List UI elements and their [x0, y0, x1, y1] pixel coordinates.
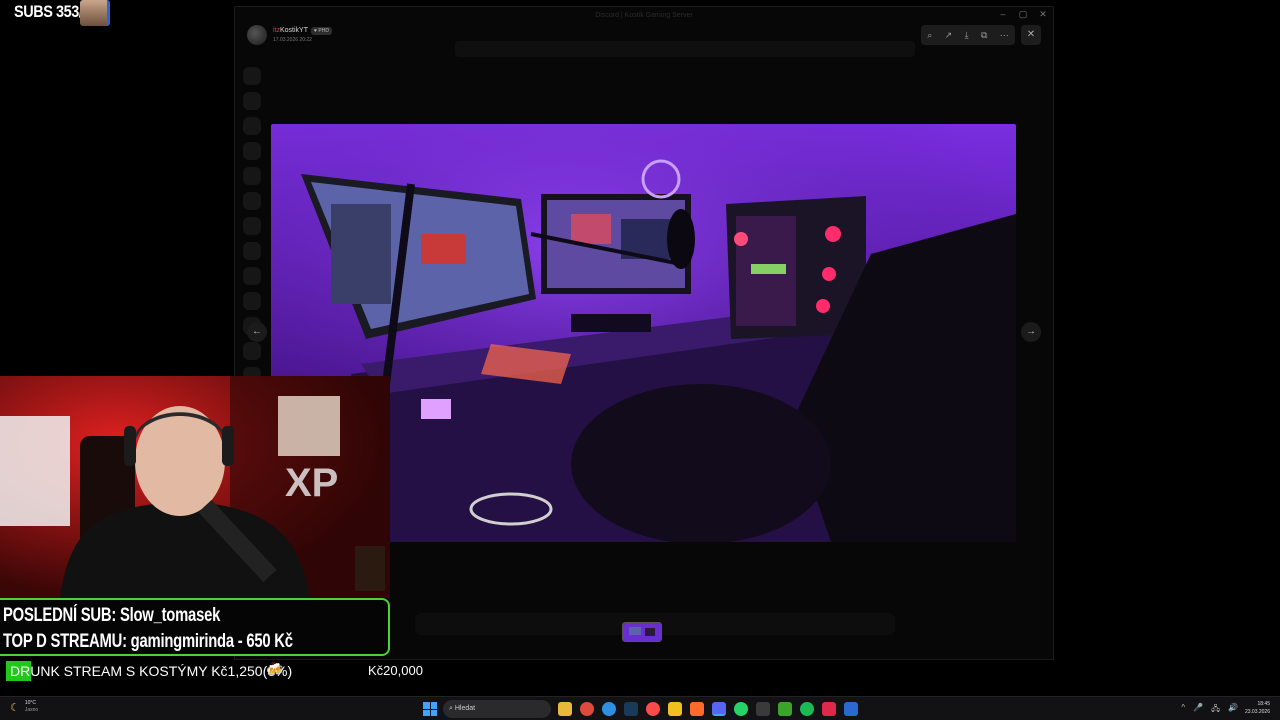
weather-widget[interactable]: ☾ 10°C Jasno — [10, 700, 38, 714]
chrome-icon[interactable] — [580, 702, 594, 716]
channel-header — [455, 41, 915, 57]
close-viewer-button[interactable]: ✕ — [1021, 25, 1041, 45]
discord-icon[interactable] — [712, 702, 726, 716]
minimize-button[interactable]: – — [995, 9, 1011, 19]
donation-goal: DRUNK STREAM S KOSTÝMY Kč1,250(6%) 🍻 Kč2… — [0, 659, 430, 683]
search-placeholder: Hledat — [454, 705, 476, 712]
volume-icon[interactable]: 🔊 — [1228, 703, 1238, 717]
app-icon-4[interactable] — [844, 702, 858, 716]
steam-icon[interactable] — [624, 702, 638, 716]
goal-text: DRUNK STREAM S KOSTÝMY Kč1,250(6%) — [10, 663, 293, 679]
spotify-icon[interactable] — [800, 702, 814, 716]
post-date: 17.03.2026 20:22 — [273, 37, 312, 43]
window-title: Discord | Kostik Gaming Server — [595, 12, 693, 19]
app-icon[interactable] — [668, 702, 682, 716]
goal-target: Kč20,000 — [368, 663, 423, 678]
next-image-button[interactable]: → — [1021, 322, 1041, 342]
system-tray: ^ 🎤 🖧 🔊 — [1181, 703, 1238, 717]
start-button[interactable] — [423, 702, 437, 716]
image-thumbnail[interactable] — [622, 622, 662, 642]
open-external-icon[interactable]: ⧉ — [981, 30, 987, 41]
thumbnail-preview — [623, 623, 661, 641]
network-icon[interactable]: 🖧 — [1211, 703, 1220, 717]
taskbar-search[interactable]: ⌕ Hledat — [443, 700, 551, 718]
download-icon[interactable]: ⤓ — [965, 30, 969, 41]
more-icon[interactable]: ⋯ — [1000, 30, 1009, 41]
image-toolbar: ⌕ ↗ ⤓ ⧉ ⋯ — [921, 25, 1015, 45]
edge-icon[interactable] — [602, 702, 616, 716]
obs-icon[interactable] — [646, 702, 660, 716]
whatsapp-icon[interactable] — [734, 702, 748, 716]
taskbar: ☾ 10°C Jasno ⌕ Hledat ^ 🎤 🖧 🔊 18:45 23.0… — [0, 696, 1280, 720]
stream-info-panel: POSLEDNÍ SUB: Slow_tomasek TOP D STREAMU… — [0, 598, 390, 656]
app-icon-2[interactable] — [690, 702, 704, 716]
app-icon-3[interactable] — [756, 702, 770, 716]
author-avatar[interactable] — [247, 25, 267, 45]
clock[interactable]: 18:45 23.03.2026 — [1245, 700, 1270, 716]
webcam-feed: XP — [0, 376, 390, 598]
weather-temp: 10°C — [24, 700, 37, 706]
subs-counter: SUBS 353/ — [14, 2, 83, 21]
window-close-button[interactable]: ✕ — [1035, 9, 1051, 20]
weather-desc: Jasno — [24, 707, 39, 713]
webcam-image: XP — [0, 376, 390, 598]
maximize-button[interactable]: ▢ — [1015, 9, 1031, 20]
minecraft-icon[interactable] — [778, 702, 792, 716]
last-sub-text: POSLEDNÍ SUB: Slow_tomasek — [3, 605, 221, 626]
top-donation-text: TOP D STREAMU: gamingmirinda - 650 Kč — [3, 631, 293, 652]
moon-icon: ☾ — [10, 701, 20, 714]
previous-image-button[interactable]: ← — [247, 322, 267, 342]
svg-text:XP: XP — [285, 461, 338, 505]
subs-avatar — [80, 0, 110, 26]
microphone-icon[interactable]: 🎤 — [1193, 703, 1203, 717]
adobe-icon[interactable] — [822, 702, 836, 716]
author-badge: ♥ PHD — [311, 27, 332, 35]
beer-icon: 🍻 — [266, 661, 284, 677]
author-info[interactable]: itzKostikYT ♥ PHD 17.03.2026 20:22 — [247, 25, 332, 45]
file-explorer-icon[interactable] — [558, 702, 572, 716]
zoom-icon[interactable]: ⌕ — [927, 30, 932, 41]
clock-time: 18:45 — [1257, 701, 1270, 707]
share-icon[interactable]: ↗ — [945, 30, 953, 41]
clock-date: 23.03.2026 — [1244, 709, 1270, 715]
author-name[interactable]: itzKostikYT ♥ PHD — [273, 27, 332, 35]
tray-chevron-icon[interactable]: ^ — [1181, 703, 1185, 717]
